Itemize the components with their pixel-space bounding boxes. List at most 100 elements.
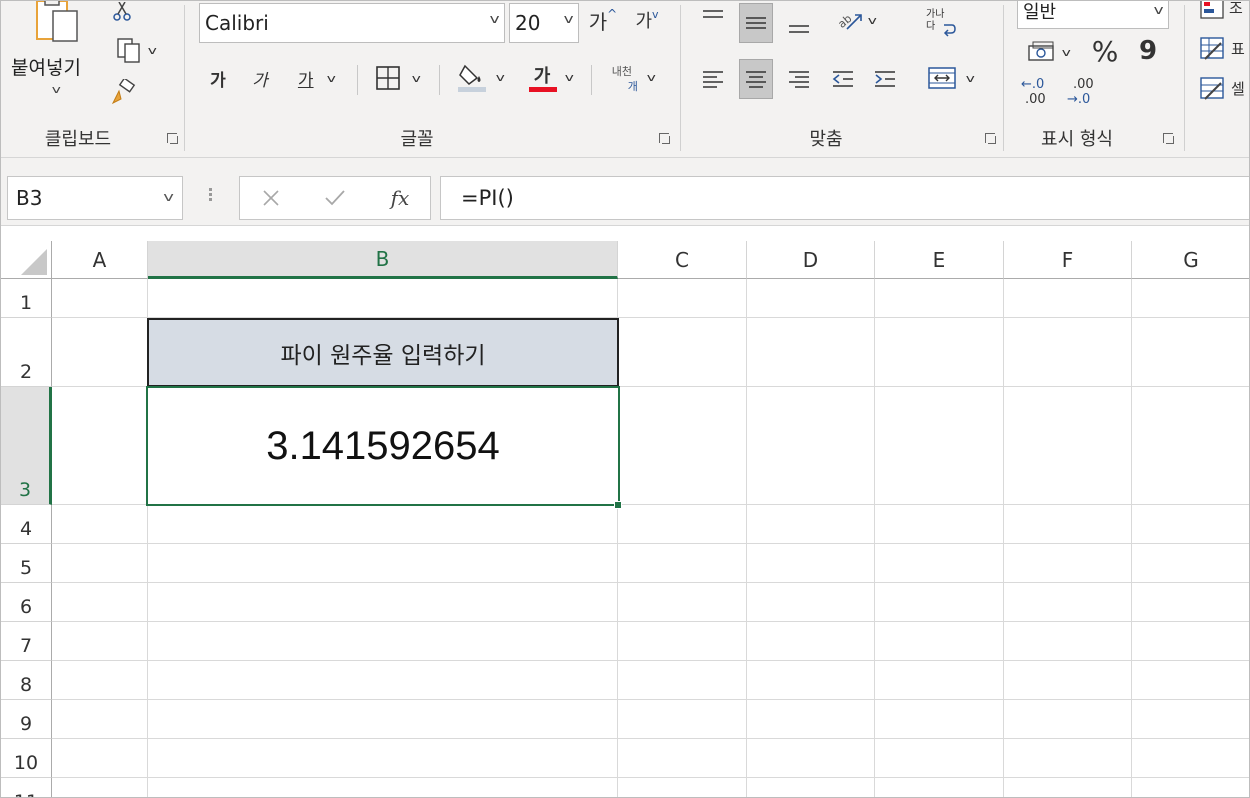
caret-down-icon: v — [652, 7, 659, 21]
row-header-10[interactable]: 10 — [1, 739, 52, 778]
fill-handle[interactable] — [614, 501, 622, 509]
gridline — [1131, 279, 1132, 797]
copy-button[interactable]: v — [107, 35, 163, 65]
fill-color-button[interactable]: v — [451, 59, 509, 95]
font-color-button[interactable]: 가 v — [519, 59, 581, 95]
font-size-combobox[interactable]: 20 v — [509, 3, 579, 43]
row-header-6[interactable]: 6 — [1, 583, 52, 622]
conditional-format-button[interactable]: 조 — [1199, 0, 1249, 21]
excel-window: 붙여넣기 v v 클립보드 Calibri v 20 v 가 ^ 가v 가 가 … — [0, 0, 1250, 798]
dec-decimal-label-top: .00 — [1073, 77, 1094, 92]
select-all-button[interactable] — [1, 241, 52, 279]
increase-font-button[interactable]: 가 ^ — [585, 5, 621, 35]
underline-button[interactable]: 가 v — [287, 63, 345, 93]
copy-dropdown-icon: v — [147, 43, 157, 57]
number-format-dropdown-icon: v — [1153, 3, 1164, 17]
name-box[interactable]: B3 v — [7, 176, 183, 220]
row-header-9[interactable]: 9 — [1, 700, 52, 739]
phonetic-label-bottom: 개 — [627, 80, 638, 93]
font-name-value: Calibri — [205, 11, 269, 35]
row-header-5[interactable]: 5 — [1, 544, 52, 583]
column-header-f[interactable]: F — [1004, 241, 1132, 279]
column-header-d[interactable]: D — [747, 241, 875, 279]
row-label: 8 — [19, 674, 33, 696]
row-header-7[interactable]: 7 — [1, 622, 52, 661]
column-header-e[interactable]: E — [875, 241, 1004, 279]
row-header-2[interactable]: 2 — [1, 318, 52, 387]
bold-button[interactable]: 가 — [203, 63, 233, 93]
insert-function-button[interactable]: fx — [382, 183, 418, 213]
increase-decimal-button[interactable]: ←.0 .00 — [1017, 75, 1057, 111]
paste-icon — [36, 1, 78, 42]
formula-bar-grip-icon[interactable] — [207, 186, 213, 210]
row-header-1[interactable]: 1 — [1, 279, 52, 318]
row-header-3[interactable]: 3 — [1, 387, 52, 505]
borders-button[interactable]: v — [367, 63, 427, 93]
format-as-table-button[interactable]: 표 — [1199, 33, 1249, 63]
align-top-button[interactable] — [697, 3, 729, 33]
merge-center-button[interactable]: v — [919, 61, 981, 95]
conditional-format-label: 조 — [1229, 0, 1243, 17]
clipboard-launcher-icon[interactable] — [165, 131, 179, 145]
orientation-dropdown-icon: v — [867, 13, 877, 27]
cell-b2[interactable]: 파이 원주율 입력하기 — [147, 318, 619, 387]
percent-style-button[interactable]: % — [1087, 35, 1123, 68]
phonetic-guide-button[interactable]: 내천 개 v — [601, 59, 663, 95]
increase-indent-icon — [875, 71, 895, 87]
dec-decimal-label-bottom: →.0 — [1067, 92, 1091, 107]
row-header-8[interactable]: 8 — [1, 661, 52, 700]
wrap-text-button[interactable]: 가나 다 — [919, 5, 961, 45]
align-middle-button[interactable] — [739, 3, 773, 43]
row-label: 2 — [19, 361, 33, 383]
italic-button[interactable]: 가 — [245, 63, 275, 93]
cut-icon[interactable] — [109, 1, 135, 23]
row-header-11[interactable]: 11 — [1, 778, 52, 797]
bold-label: 가 — [210, 70, 226, 91]
align-center-button[interactable] — [739, 59, 773, 99]
row-header-4[interactable]: 4 — [1, 505, 52, 544]
column-label: G — [1183, 247, 1199, 272]
decrease-indent-button[interactable] — [827, 63, 859, 95]
accounting-icon — [1028, 41, 1054, 61]
column-header-c[interactable]: C — [618, 241, 747, 279]
align-right-icon — [789, 71, 809, 88]
number-launcher-icon[interactable] — [1161, 131, 1175, 145]
font-launcher-icon[interactable] — [657, 131, 671, 145]
cell-b3[interactable]: 3.141592654 — [146, 386, 620, 506]
column-label: C — [675, 247, 689, 272]
column-header-a[interactable]: A — [52, 241, 148, 279]
decrease-decimal-button[interactable]: .00 →.0 — [1063, 75, 1103, 111]
column-label: D — [802, 247, 819, 272]
format-painter-icon[interactable] — [107, 77, 139, 109]
number-format-combobox[interactable]: 일반 v — [1017, 1, 1169, 29]
comma-style-button[interactable]: 9 — [1133, 35, 1163, 67]
row-label: 1 — [19, 292, 33, 314]
orientation-button[interactable]: ab v — [827, 3, 883, 37]
cancel-icon[interactable] — [256, 185, 286, 211]
align-right-button[interactable] — [783, 63, 815, 95]
align-left-button[interactable] — [697, 63, 729, 95]
formula-bar: B3 v fx =PI() — [1, 158, 1249, 226]
cell-styles-icon — [1200, 77, 1224, 100]
font-size-dropdown-icon: v — [563, 12, 574, 26]
align-center-icon — [746, 71, 766, 88]
enter-check-icon[interactable] — [320, 185, 350, 211]
ribbon-separator — [591, 65, 592, 95]
formula-input[interactable]: =PI() — [440, 176, 1249, 220]
align-bottom-button[interactable] — [783, 9, 815, 39]
font-name-combobox[interactable]: Calibri v — [199, 3, 505, 43]
formula-actions: fx — [239, 176, 431, 220]
increase-indent-button[interactable] — [869, 63, 901, 95]
paste-button[interactable]: 붙여넣기 v — [7, 1, 99, 111]
font-color-dropdown-icon: v — [564, 70, 574, 84]
column-header-b[interactable]: B — [148, 241, 618, 279]
cell-styles-button[interactable]: 셀 — [1199, 73, 1249, 103]
clipboard-group-label: 클립보드 — [44, 129, 112, 150]
decrease-font-button[interactable]: 가v — [629, 5, 665, 35]
accounting-format-button[interactable]: v — [1017, 37, 1079, 67]
column-header-g[interactable]: G — [1132, 241, 1249, 279]
alignment-launcher-icon[interactable] — [983, 131, 997, 145]
font-color-swatch — [528, 87, 557, 92]
align-left-icon — [703, 71, 723, 88]
font-name-dropdown-icon: v — [489, 12, 500, 26]
